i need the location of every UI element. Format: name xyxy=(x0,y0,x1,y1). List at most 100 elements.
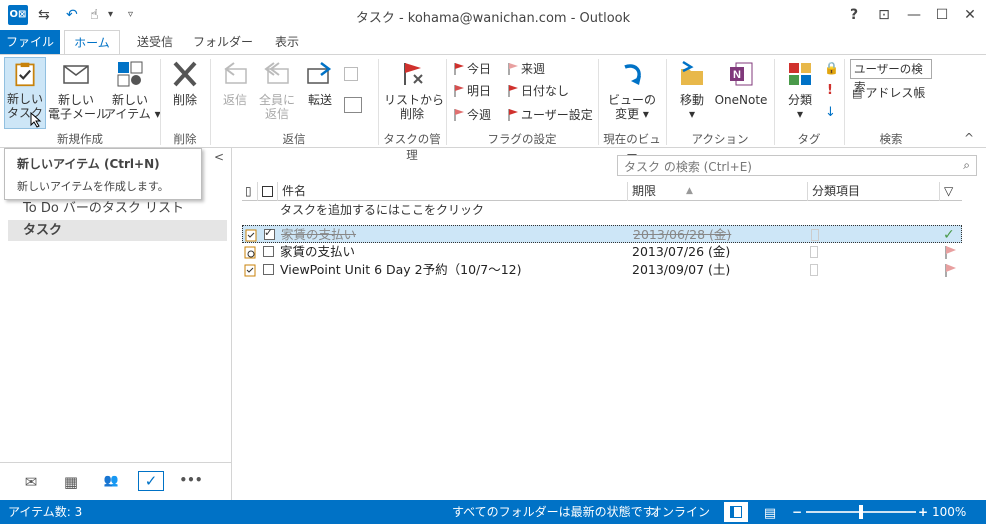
complete-column-header[interactable] xyxy=(258,182,278,201)
table-row[interactable]: 家賃の支払い 2013/07/26 (金) xyxy=(242,243,962,261)
flag-next-week-button[interactable]: 来週 xyxy=(508,59,545,79)
category-box[interactable] xyxy=(810,246,818,258)
zoom-out-button[interactable]: − xyxy=(792,500,802,524)
change-view-arrow-icon xyxy=(624,64,641,85)
tab-view[interactable]: 表示 xyxy=(264,30,310,54)
ribbon-tabs: ファイル ホーム 送受信 フォルダー 表示 xyxy=(0,30,986,55)
zoom-in-button[interactable]: + xyxy=(918,500,928,524)
reply-all-label: 全員に 返信 xyxy=(258,93,295,121)
new-mail-button[interactable]: 新しい 電子メール xyxy=(48,59,108,129)
new-item-button[interactable]: 新しい アイテム ▾ xyxy=(104,59,161,129)
flag-light-icon[interactable] xyxy=(945,264,957,277)
tab-file[interactable]: ファイル xyxy=(0,30,60,54)
new-item-label: 新しい アイテム ▾ xyxy=(104,93,161,121)
flag-no-date-button[interactable]: 日付なし xyxy=(508,81,569,101)
flag-light-icon[interactable] xyxy=(945,246,957,259)
reply-button[interactable]: 返信 xyxy=(214,59,256,129)
window-title: タスク - kohama@wanichan.com - Outlook xyxy=(355,11,631,26)
group-label-reply: 返信 xyxy=(282,132,306,146)
high-importance-icon[interactable]: ! xyxy=(827,83,833,98)
normal-view-button[interactable] xyxy=(724,502,748,522)
zoom-slider[interactable] xyxy=(806,505,916,519)
meeting-reply-icon[interactable] xyxy=(344,67,358,81)
type-column-icon[interactable]: ▯ xyxy=(242,182,258,201)
reply-all-button[interactable]: 全員に 返信 xyxy=(256,59,298,129)
flag-this-week-label: 今週 xyxy=(467,108,492,122)
task-icon xyxy=(245,229,257,242)
svg-text:N: N xyxy=(733,69,741,81)
change-view-button[interactable]: ビューの 変更 ▾ xyxy=(604,59,660,129)
onenote-button[interactable]: N OneNote xyxy=(712,59,770,119)
folder-item-tasks[interactable]: タスク xyxy=(8,220,227,241)
category-box[interactable] xyxy=(811,229,819,241)
search-people-input[interactable]: ユーザーの検索 xyxy=(850,59,932,94)
flag-no-date-label: 日付なし xyxy=(521,84,570,98)
low-importance-icon[interactable]: ↓ xyxy=(825,105,836,120)
task-due-date: 2013/07/26 (金) xyxy=(632,244,731,259)
item-count: アイテム数: 3 xyxy=(8,505,83,519)
subject-column-header[interactable]: 件名 xyxy=(278,182,628,201)
tab-folder[interactable]: フォルダー xyxy=(190,30,256,54)
collapse-folder-pane-icon[interactable]: < xyxy=(214,150,224,164)
help-button[interactable]: ? xyxy=(842,4,866,26)
remove-from-list-button[interactable]: リストから 削除 xyxy=(384,59,444,129)
flag-red-icon xyxy=(454,63,464,75)
group-label-search: 検索 xyxy=(879,132,903,146)
flag-this-week-button[interactable]: 今週 xyxy=(454,105,491,125)
zoom-slider-thumb[interactable] xyxy=(859,505,863,519)
table-row[interactable]: ViewPoint Unit 6 Day 2予約（10/7～12) 2013/0… xyxy=(242,261,962,279)
categorize-button[interactable]: 分類 ▾ xyxy=(780,59,820,129)
private-lock-icon[interactable]: 🔒 xyxy=(824,61,839,75)
table-row[interactable]: ✓ 家賃の支払い 2013/06/28 (金) ✓ xyxy=(242,225,962,243)
status-bar: アイテム数: 3 すべてのフォルダーは最新の状態です。 オンライン ▤ − + … xyxy=(0,500,986,524)
checkmark-icon: ✓ xyxy=(264,226,274,239)
mail-nav-icon[interactable]: ✉ xyxy=(20,473,42,491)
move-button[interactable]: 移動 ▾ xyxy=(672,59,712,129)
minimize-button[interactable]: — xyxy=(902,4,926,26)
flag-today-button[interactable]: 今日 xyxy=(454,59,491,79)
folder-item-todo-list[interactable]: To Do バーのタスク リスト xyxy=(8,198,227,219)
forward-button[interactable]: 転送 xyxy=(300,59,340,119)
delete-button[interactable]: 削除 xyxy=(164,59,206,117)
reading-view-icon: ▤ xyxy=(763,506,777,521)
calendar-nav-icon[interactable]: ▦ xyxy=(60,473,82,491)
table-header: ▯ 件名 期限 ▲ 分類項目 ▽ xyxy=(242,182,962,201)
task-clipboard-icon xyxy=(15,62,35,87)
flag-column-header[interactable]: ▽ xyxy=(940,182,962,201)
address-book-label: アドレス帳 xyxy=(865,86,926,100)
due-column-header[interactable]: 期限 ▲ xyxy=(628,182,808,201)
change-view-label: ビューの 変更 ▾ xyxy=(607,93,656,121)
category-box[interactable] xyxy=(810,264,818,276)
tasks-nav-icon[interactable]: ✓ xyxy=(138,471,164,491)
flag-tomorrow-button[interactable]: 明日 xyxy=(454,81,491,101)
task-search-input[interactable]: タスク の検索 (Ctrl+E) ⌕ xyxy=(617,155,977,176)
people-nav-icon[interactable]: 👥 xyxy=(100,473,122,491)
sort-ascending-icon: ▲ xyxy=(686,186,693,196)
completed-check-icon[interactable]: ✓ xyxy=(943,226,955,244)
task-complete-checkbox[interactable] xyxy=(263,246,274,257)
ribbon-display-button[interactable]: ⊡ xyxy=(872,4,896,26)
task-complete-checkbox[interactable] xyxy=(263,264,274,275)
reading-view-button[interactable]: ▤ xyxy=(758,502,782,522)
more-respond-icon[interactable] xyxy=(344,97,362,113)
category-column-header[interactable]: 分類項目 xyxy=(808,182,940,201)
collapse-ribbon-icon[interactable]: ^ xyxy=(964,131,974,145)
close-button[interactable]: ✕ xyxy=(958,4,982,26)
delete-x-icon xyxy=(173,61,197,87)
group-label-flag: フラグの設定 xyxy=(487,132,557,146)
flag-remove-icon xyxy=(404,63,423,85)
flag-custom-button[interactable]: ユーザー設定 xyxy=(508,105,593,125)
maximize-button[interactable]: ☐ xyxy=(930,4,954,26)
navigation-bar: ✉ ▦ 👥 ✓ ••• xyxy=(0,462,232,500)
tooltip-description: 新しいアイテムを作成します。 xyxy=(17,180,169,193)
onenote-label: OneNote xyxy=(714,93,768,107)
new-items-icon xyxy=(117,61,143,87)
search-icon[interactable]: ⌕ xyxy=(963,158,970,173)
address-book-button[interactable]: ▤ アドレス帳 xyxy=(852,83,925,103)
more-nav-icon[interactable]: ••• xyxy=(178,473,204,491)
add-task-row[interactable]: タスクを追加するにはここをクリック xyxy=(242,202,962,219)
tab-home[interactable]: ホーム xyxy=(64,30,120,55)
tab-send-receive[interactable]: 送受信 xyxy=(128,30,182,54)
reply-label: 返信 xyxy=(222,93,247,107)
zoom-level[interactable]: 100% xyxy=(932,500,966,524)
